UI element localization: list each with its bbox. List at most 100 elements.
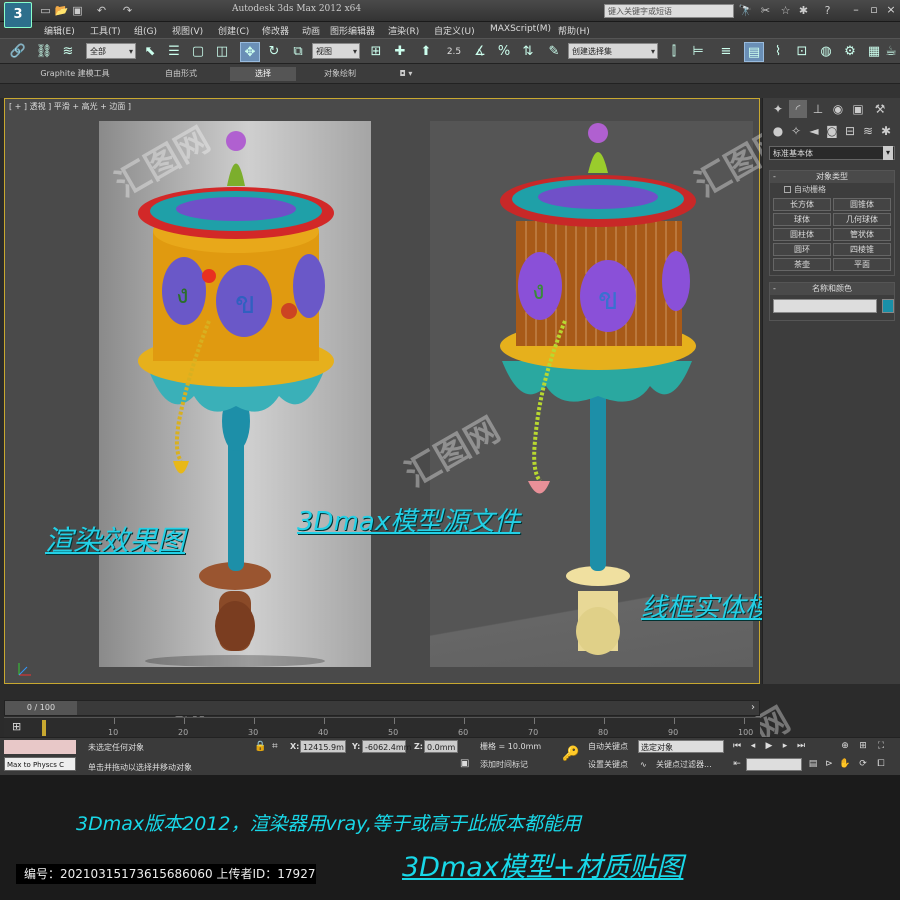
torus-button[interactable]: 圆环	[773, 243, 831, 256]
key-filters-button[interactable]: 关键点过滤器...	[656, 758, 712, 772]
current-frame-marker[interactable]	[42, 720, 46, 736]
search-input[interactable]: 键入关键字或短语	[604, 4, 734, 18]
utilities-tab-icon[interactable]: ⚒	[871, 100, 889, 118]
link-icon[interactable]: 🔗	[8, 42, 28, 62]
absolute-mode-icon[interactable]: ⌗	[272, 741, 278, 752]
sphere-button[interactable]: 球体	[773, 213, 831, 226]
tube-button[interactable]: 管状体	[833, 228, 891, 241]
graphite-toggle-icon[interactable]: ▤	[744, 42, 764, 62]
spinner-snap-icon[interactable]: ⇅	[518, 42, 538, 62]
selection-filter-dropdown[interactable]: 全部	[86, 43, 136, 60]
minimize-icon[interactable]: –	[848, 3, 864, 17]
auto-grid-checkbox[interactable]: 自动栅格	[770, 183, 894, 196]
percent-snap-icon[interactable]: %	[494, 42, 514, 62]
modify-tab-icon[interactable]: ◜	[789, 100, 807, 118]
undo-icon[interactable]: ↶	[94, 3, 109, 18]
star-icon[interactable]: ☆	[778, 3, 793, 18]
go-to-end-icon[interactable]: ⏭	[794, 740, 808, 753]
object-type-rollout-header[interactable]: - 对象类型	[770, 171, 894, 183]
motion-tab-icon[interactable]: ◉	[829, 100, 847, 118]
display-tab-icon[interactable]: ▣	[849, 100, 867, 118]
reference-coordinate-dropdown[interactable]: 视图	[312, 43, 360, 60]
key-icon[interactable]: 🔑	[562, 746, 579, 762]
menu-animation[interactable]: 动画	[302, 24, 320, 37]
menu-rendering[interactable]: 渲染(R)	[388, 24, 419, 37]
set-key-button[interactable]: 设置关键点	[588, 758, 628, 772]
menu-modifiers[interactable]: 修改器	[262, 24, 289, 37]
pivot-center-icon[interactable]: ⊞	[366, 42, 386, 62]
key-mode-icon[interactable]: ⇤	[730, 758, 744, 771]
current-frame-field[interactable]	[746, 758, 802, 771]
tab-object-paint[interactable]: 对象绘制	[300, 67, 380, 81]
render-production-icon[interactable]: ☕	[884, 42, 898, 62]
menu-edit[interactable]: 编辑(E)	[44, 24, 75, 37]
box-button[interactable]: 长方体	[773, 198, 831, 211]
object-color-swatch[interactable]	[882, 299, 894, 313]
time-tag-icon[interactable]: ▣	[460, 758, 469, 769]
track-bar[interactable]: ⊞ 10 20 30 40 50 60 70 80 90 100	[4, 717, 760, 737]
next-key-icon[interactable]: ▸	[778, 740, 792, 753]
key-filter-icon[interactable]: ∿	[640, 758, 647, 772]
helpers-icon[interactable]: ⊟	[841, 122, 859, 140]
key-mode-dropdown[interactable]: 选定对象	[638, 740, 724, 753]
cone-button[interactable]: 圆锥体	[833, 198, 891, 211]
tab-selection[interactable]: 选择	[230, 67, 296, 81]
bind-space-warp-icon[interactable]: ≋	[58, 42, 78, 62]
field-of-view-icon[interactable]: ⊳	[822, 758, 836, 771]
time-slider-thumb[interactable]: 0 / 100	[5, 701, 77, 715]
tools-icon[interactable]: ✂	[758, 3, 773, 18]
zoom-extents-icon[interactable]: ⛶	[874, 740, 888, 753]
zoom-icon[interactable]: ⊕	[838, 740, 852, 753]
x-coordinate-field[interactable]: 12415.9m	[300, 740, 346, 753]
named-selection-dropdown[interactable]: 创建选择集	[568, 43, 658, 60]
angle-snap-icon[interactable]: ∡	[470, 42, 490, 62]
go-to-start-icon[interactable]: ⏮	[730, 740, 744, 753]
shapes-icon[interactable]: ✧	[787, 122, 805, 140]
tab-freeform[interactable]: 自由形式	[136, 67, 226, 81]
hierarchy-tab-icon[interactable]: ⊥	[809, 100, 827, 118]
menu-tools[interactable]: 工具(T)	[90, 24, 121, 37]
select-by-name-icon[interactable]: ☰	[164, 42, 184, 62]
redo-icon[interactable]: ↷	[120, 3, 135, 18]
align-icon[interactable]: ⊨	[688, 42, 708, 62]
orbit-icon[interactable]: ⟳	[856, 758, 870, 771]
window-crossing-icon[interactable]: ◫	[212, 42, 232, 62]
physx-button[interactable]: Max to Physcs C	[4, 757, 76, 771]
z-coordinate-field[interactable]: 0.0mm	[424, 740, 458, 753]
systems-icon[interactable]: ✱	[877, 122, 895, 140]
object-name-field[interactable]	[773, 299, 877, 313]
new-file-icon[interactable]: ▭	[38, 3, 53, 18]
mini-curve-editor-icon[interactable]: ⊞	[12, 720, 21, 733]
select-move-icon[interactable]: ✥	[240, 42, 260, 62]
primitive-type-dropdown[interactable]: 标准基本体	[769, 146, 895, 160]
open-file-icon[interactable]: 📂	[54, 3, 69, 18]
maximize-viewport-icon[interactable]: ⧠	[874, 758, 888, 771]
time-config-icon[interactable]: ▤	[806, 758, 820, 771]
curve-editor-icon[interactable]: ⌇	[768, 42, 788, 62]
select-manipulate-icon[interactable]: ✚	[390, 42, 410, 62]
edit-named-sets-icon[interactable]: ✎	[544, 42, 564, 62]
menu-help[interactable]: 帮助(H)	[558, 24, 590, 37]
teapot-button[interactable]: 茶壶	[773, 258, 831, 271]
previous-frame-icon[interactable]: ◂	[746, 740, 760, 753]
create-tab-icon[interactable]: ✦	[769, 100, 787, 118]
select-rotate-icon[interactable]: ↻	[264, 42, 284, 62]
pan-icon[interactable]: ✋	[838, 758, 852, 771]
keyboard-shortcut-icon[interactable]: ⬆	[416, 42, 436, 62]
name-color-rollout-header[interactable]: - 名称和颜色	[770, 283, 894, 295]
menu-graph-editors[interactable]: 图形编辑器	[330, 24, 375, 37]
lock-icon[interactable]: 🔒	[254, 741, 266, 752]
close-icon[interactable]: ×	[883, 3, 899, 17]
mirror-icon[interactable]: ⫿	[664, 42, 684, 62]
time-slider[interactable]: 0 / 100 ›	[4, 700, 760, 716]
y-coordinate-field[interactable]: -6062.4mm	[362, 740, 411, 753]
maxscript-listener[interactable]	[4, 740, 76, 754]
settings-icon[interactable]: ✱	[796, 3, 811, 18]
layer-manager-icon[interactable]: ≡	[716, 42, 736, 62]
render-frame-icon[interactable]: ▦	[864, 42, 884, 62]
menu-maxscript[interactable]: MAXScript(M)	[490, 24, 551, 34]
zoom-all-icon[interactable]: ⊞	[856, 740, 870, 753]
play-icon[interactable]: ▶	[762, 740, 776, 753]
space-warps-icon[interactable]: ≋	[859, 122, 877, 140]
geosphere-button[interactable]: 几何球体	[833, 213, 891, 226]
